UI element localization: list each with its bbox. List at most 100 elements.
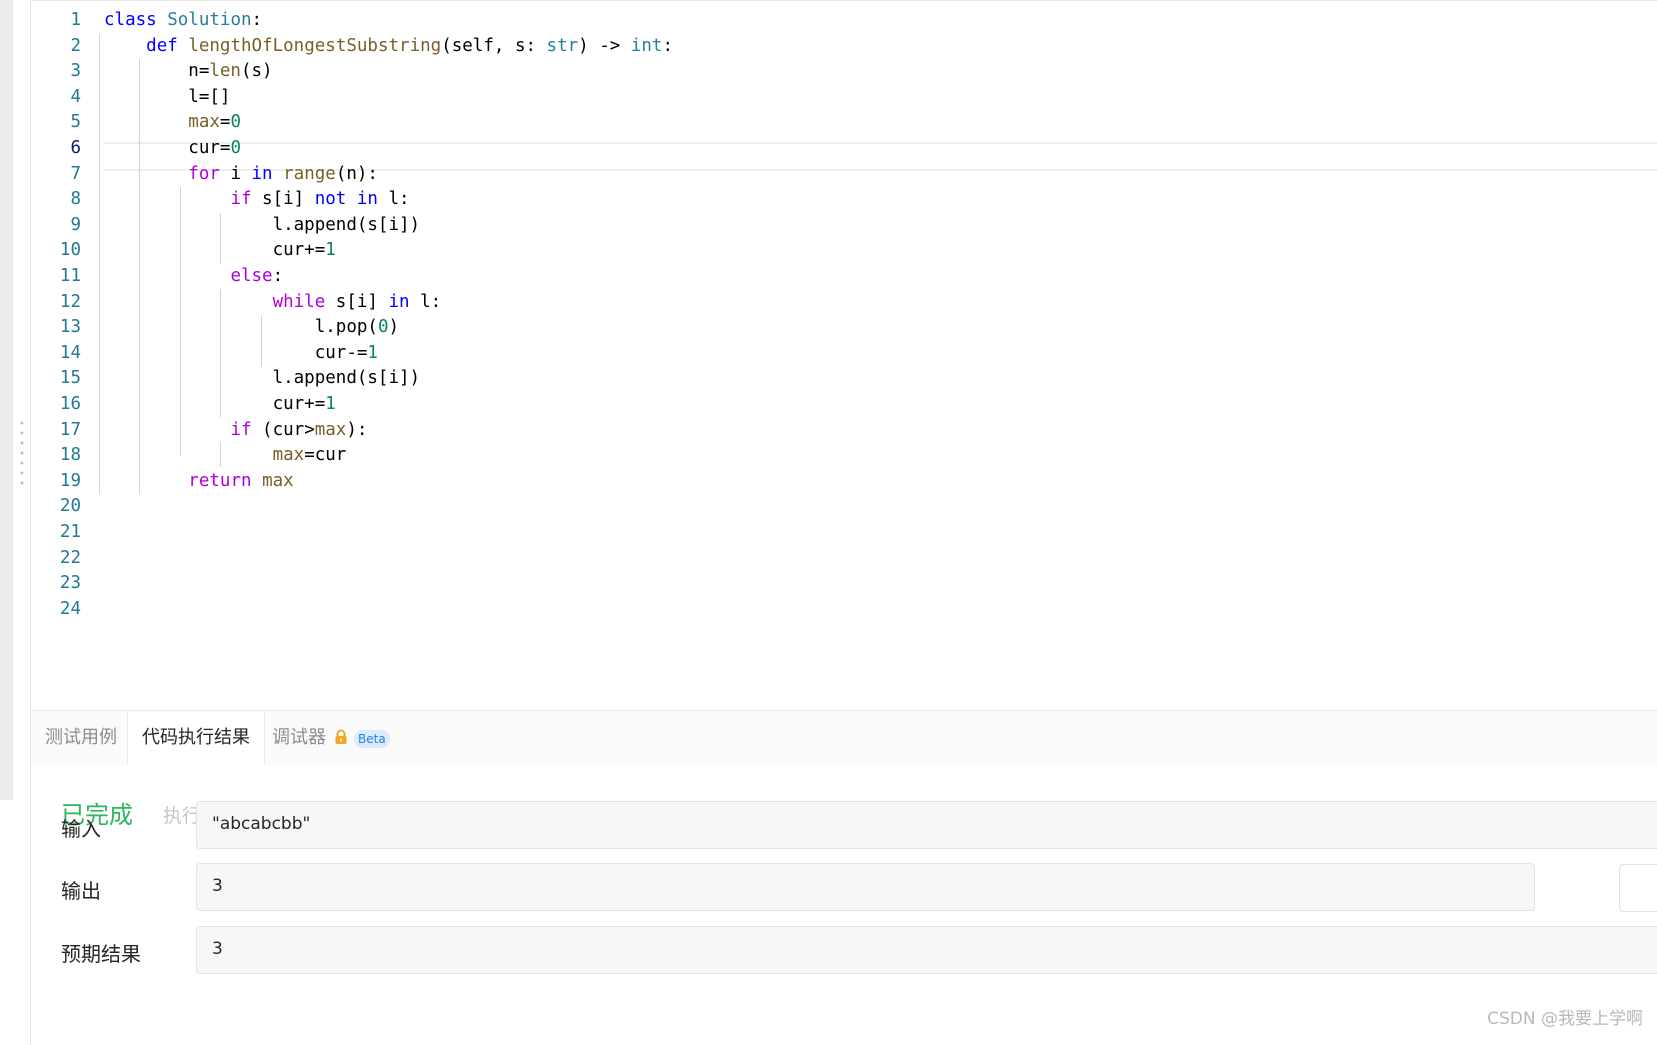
code-token: l: (377, 189, 410, 210)
lock-icon (335, 729, 347, 744)
code-token: l: (409, 291, 442, 312)
line-number: 19 (59, 470, 81, 491)
code-token: in (356, 189, 378, 210)
code-line[interactable]: l.append(s[i]) (104, 212, 421, 239)
code-token: ) -> (578, 35, 631, 56)
code-token: : (662, 35, 673, 56)
code-token: n= (104, 61, 210, 82)
code-token: ) (388, 317, 400, 338)
line-number: 15 (59, 368, 81, 389)
tab-exec-result[interactable]: 代码执行结果 (127, 711, 265, 766)
code-token: = (219, 112, 231, 133)
code-token: 0 (377, 317, 389, 338)
code-line[interactable]: l=[] (104, 84, 230, 111)
code-token: (cur> (251, 419, 315, 440)
code-line[interactable]: cur+=1 (104, 391, 336, 418)
code-token: while (272, 291, 326, 312)
output-label: 输出 (61, 879, 101, 903)
line-number: 1 (70, 10, 81, 30)
code-token: str (546, 35, 579, 56)
code-token: else (230, 266, 273, 286)
code-line[interactable]: n=len(s) (104, 58, 273, 85)
left-panel-edge (0, 0, 13, 800)
line-number: 14 (59, 342, 81, 363)
line-number: 11 (59, 266, 81, 286)
code-token: cur+= (104, 240, 326, 261)
code-line[interactable]: while s[i] in l: (104, 289, 442, 316)
line-number: 16 (59, 394, 81, 414)
code-token: (s) (240, 61, 273, 82)
code-token: ): (346, 419, 368, 440)
code-token: cur-= (104, 342, 368, 363)
panel-resize-handle[interactable] (20, 418, 24, 488)
code-line[interactable]: max=cur (104, 442, 347, 469)
code-line[interactable]: def lengthOfLongestSubstring(self, s: st… (104, 33, 673, 60)
code-line[interactable]: max=0 (104, 109, 241, 136)
code-token: if (230, 419, 252, 440)
line-number: 17 (59, 419, 81, 440)
line-number: 20 (59, 496, 81, 517)
output-value[interactable]: 3 (196, 863, 1535, 911)
code-line[interactable]: cur-=1 (104, 340, 378, 367)
line-number: 12 (59, 291, 81, 312)
code-token: lengthOfLongestSubstring (188, 35, 442, 56)
diff-toggle-button[interactable] (1619, 864, 1657, 912)
code-line[interactable]: l.append(s[i]) (104, 365, 421, 392)
code-editor[interactable]: 1 2 3 4 5 6 7 8 9 10 11 12 13 14 15 16 17 18 19 20 21 22 23 24 … (31, 0, 1657, 711)
code-token: Solution (167, 10, 252, 30)
code-token: in (388, 291, 410, 312)
code-line[interactable]: for i in range(n): (104, 161, 378, 188)
code-token: max (272, 445, 305, 466)
code-line[interactable]: return max (104, 468, 294, 495)
line-number: 2 (70, 35, 81, 56)
tab-test-cases[interactable]: 测试用例 (31, 711, 131, 765)
line-number: 7 (70, 163, 81, 184)
indent-guide (99, 34, 100, 494)
code-token: : (251, 10, 263, 30)
expected-label: 预期结果 (61, 942, 141, 966)
code-token: 0 (230, 112, 241, 133)
line-number: 18 (59, 445, 81, 466)
code-line[interactable]: cur=0 (104, 135, 241, 162)
code-line[interactable]: class Solution: (104, 7, 262, 34)
code-token: def (146, 35, 178, 56)
line-number: 6 (70, 138, 81, 158)
code-line[interactable]: if s[i] not in l: (104, 186, 410, 213)
input-label: 输入 (61, 817, 101, 841)
code-token: in (251, 163, 273, 184)
line-number: 8 (70, 189, 81, 210)
code-token: return (188, 470, 252, 491)
code-token: l.append(s[i]) (104, 368, 421, 389)
code-token: l.pop( (104, 317, 378, 338)
code-token: s[i] (325, 291, 389, 312)
tab-debugger[interactable]: 调试器 (258, 711, 340, 765)
input-value[interactable]: "abcabcbb" (196, 801, 1657, 849)
code-token: max (262, 470, 294, 491)
code-token: =cur (304, 445, 347, 466)
code-line[interactable]: else: (104, 263, 283, 290)
line-number: 3 (70, 61, 81, 82)
code-token: cur+= (104, 394, 326, 414)
code-line[interactable]: if (cur>max): (104, 417, 367, 444)
code-token: for (188, 163, 220, 184)
code-token: (self, s: (441, 35, 547, 56)
expected-value[interactable]: 3 (196, 926, 1657, 974)
line-number: 9 (70, 214, 81, 235)
bottom-panel-tabs: 测试用例 代码执行结果 调试器 Beta (31, 710, 1657, 766)
code-token: int (630, 35, 663, 56)
code-token: class (104, 10, 157, 30)
code-line[interactable]: l.pop(0) (104, 314, 399, 341)
code-line[interactable]: cur+=1 (104, 237, 336, 264)
line-number: 24 (59, 598, 81, 619)
